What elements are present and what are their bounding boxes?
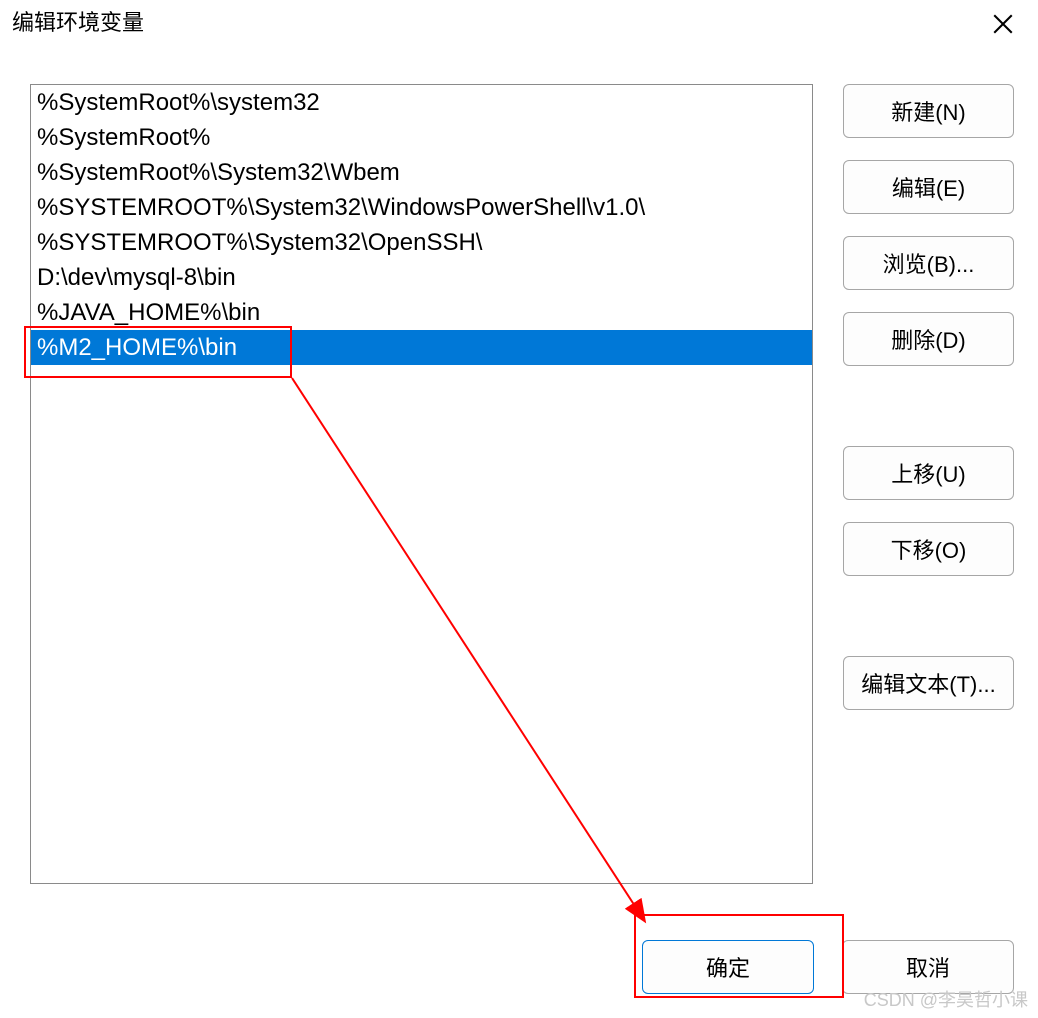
list-empty-row bbox=[31, 680, 812, 715]
list-item[interactable]: %SYSTEMROOT%\System32\OpenSSH\ bbox=[31, 225, 812, 260]
list-item[interactable]: %SystemRoot%\system32 bbox=[31, 85, 812, 120]
list-empty-row bbox=[31, 470, 812, 505]
side-buttons: 新建(N) 编辑(E) 浏览(B)... 删除(D) 上移(U) 下移(O) 编… bbox=[843, 84, 1014, 904]
dialog-body: %SystemRoot%\system32%SystemRoot%%System… bbox=[0, 44, 1038, 904]
list-item[interactable]: %JAVA_HOME%\bin bbox=[31, 295, 812, 330]
close-icon bbox=[993, 14, 1013, 34]
close-button[interactable] bbox=[980, 6, 1026, 42]
list-empty-row bbox=[31, 750, 812, 785]
delete-button[interactable]: 删除(D) bbox=[843, 312, 1014, 366]
list-empty-row bbox=[31, 505, 812, 540]
list-empty-row bbox=[31, 785, 812, 820]
browse-button[interactable]: 浏览(B)... bbox=[843, 236, 1014, 290]
dialog-footer: 确定 取消 bbox=[0, 940, 1038, 994]
list-empty-row bbox=[31, 855, 812, 884]
move-down-button[interactable]: 下移(O) bbox=[843, 522, 1014, 576]
list-empty-row bbox=[31, 820, 812, 855]
list-empty-row bbox=[31, 575, 812, 610]
dialog-title: 编辑环境变量 bbox=[12, 6, 144, 38]
path-listbox[interactable]: %SystemRoot%\system32%SystemRoot%%System… bbox=[30, 84, 813, 884]
list-item[interactable]: %SystemRoot% bbox=[31, 120, 812, 155]
list-empty-row bbox=[31, 715, 812, 750]
list-empty-row bbox=[31, 435, 812, 470]
move-up-button[interactable]: 上移(U) bbox=[843, 446, 1014, 500]
edit-text-button[interactable]: 编辑文本(T)... bbox=[843, 656, 1014, 710]
list-empty-row bbox=[31, 610, 812, 645]
list-empty-row bbox=[31, 400, 812, 435]
list-item[interactable]: %SYSTEMROOT%\System32\WindowsPowerShell\… bbox=[31, 190, 812, 225]
titlebar: 编辑环境变量 bbox=[0, 0, 1038, 44]
list-item[interactable]: %SystemRoot%\System32\Wbem bbox=[31, 155, 812, 190]
list-item[interactable]: %M2_HOME%\bin bbox=[31, 330, 812, 365]
list-empty-row bbox=[31, 645, 812, 680]
edit-button[interactable]: 编辑(E) bbox=[843, 160, 1014, 214]
list-item[interactable]: D:\dev\mysql-8\bin bbox=[31, 260, 812, 295]
ok-button[interactable]: 确定 bbox=[642, 940, 814, 994]
cancel-button[interactable]: 取消 bbox=[842, 940, 1014, 994]
new-button[interactable]: 新建(N) bbox=[843, 84, 1014, 138]
list-empty-row bbox=[31, 365, 812, 400]
list-empty-row bbox=[31, 540, 812, 575]
